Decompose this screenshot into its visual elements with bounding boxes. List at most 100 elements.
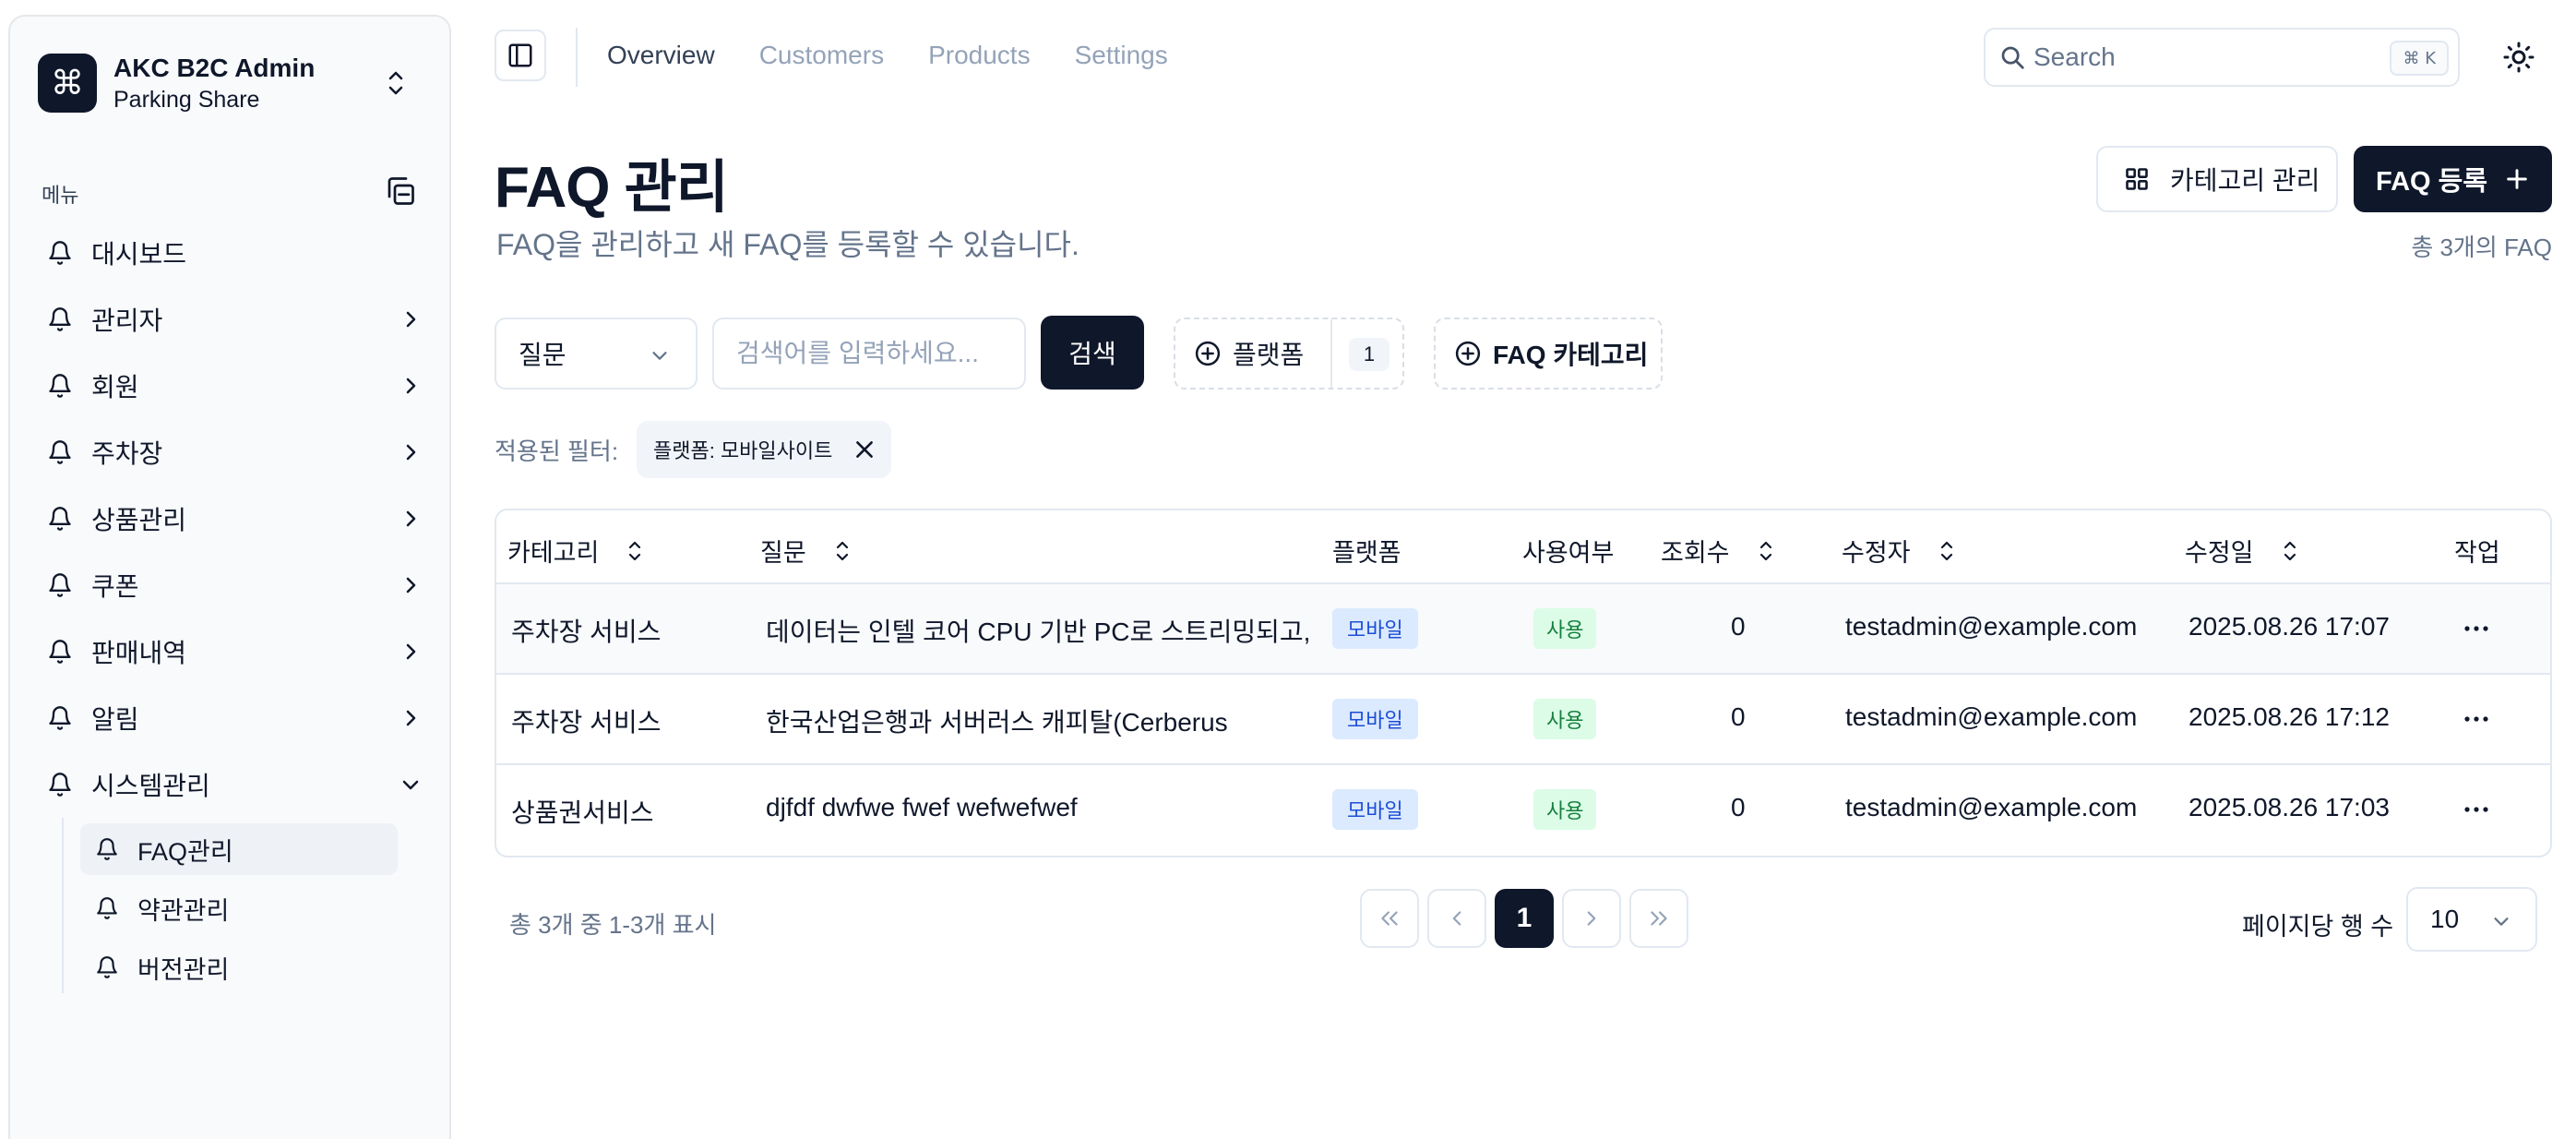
rows-per-page-label: 페이지당 행 수 <box>2242 913 2394 941</box>
cell-date: 2025.08.26 17:12 <box>2188 702 2390 731</box>
column-header-question[interactable]: 질문 <box>760 533 853 569</box>
cell-category: 주차장 서비스 <box>511 708 662 737</box>
sidebar-item-products[interactable]: 상품관리 <box>38 486 435 552</box>
column-header-label: 질문 <box>760 539 806 567</box>
applied-filters-label: 적용된 필터: <box>495 438 619 465</box>
sidebar-subitem-terms[interactable]: 약관관리 <box>80 882 398 934</box>
platform-filter-button[interactable]: 플랫폼 1 <box>1174 318 1404 390</box>
column-header-date[interactable]: 수정일 <box>2185 533 2300 569</box>
sidebar-subitem-faq[interactable]: FAQ관리 <box>80 823 398 875</box>
top-nav: Overview Customers Products Settings <box>607 41 1168 70</box>
sidebar-item-dashboard[interactable]: 대시보드 <box>38 220 435 286</box>
sidebar-item-members[interactable]: 회원 <box>38 353 435 419</box>
cell-editor: testadmin@example.com <box>1845 612 2138 641</box>
sidebar-item-parking[interactable]: 주차장 <box>38 419 435 486</box>
sidebar-item-sales[interactable]: 판매내역 <box>38 618 435 685</box>
cell-question: 데이터는 인텔 코어 CPU 기반 PC로 스트리밍되고, <box>766 617 1311 646</box>
copy-icon[interactable] <box>384 174 417 208</box>
tab-customers[interactable]: Customers <box>759 41 884 70</box>
bell-icon <box>49 307 71 331</box>
cell-date: 2025.08.26 17:03 <box>2188 793 2390 821</box>
cell-views: 0 <box>1731 702 1746 731</box>
cell-category: 주차장 서비스 <box>511 617 662 646</box>
keyword-search-input[interactable] <box>712 318 1026 390</box>
chevron-left-icon <box>1452 911 1461 926</box>
last-page-button[interactable] <box>1629 889 1688 948</box>
chevron-right-icon <box>406 311 416 328</box>
cell-category: 상품권서비스 <box>511 798 654 827</box>
column-header-label: 수정일 <box>2185 539 2254 567</box>
command-icon: ⌘ <box>38 54 97 113</box>
manage-categories-button[interactable]: 카테고리 관리 <box>2096 146 2338 212</box>
sidebar-item-label: 상품관리 <box>91 506 187 534</box>
search-field-value: 질문 <box>519 341 566 369</box>
more-horizontal-icon[interactable] <box>2460 708 2493 730</box>
table-row[interactable]: 주차장 서비스 한국산업은행과 서버러스 캐피탈(Cerberus 모바일 사용… <box>496 675 2550 765</box>
cell-question: 한국산업은행과 서버러스 캐피탈(Cerberus <box>766 708 1228 737</box>
sidebar-item-label: 알림 <box>91 705 139 734</box>
sun-icon[interactable] <box>2502 41 2535 74</box>
grid-icon <box>2126 168 2148 190</box>
column-header-category[interactable]: 카테고리 <box>507 533 645 569</box>
sidebar-item-label: 쿠폰 <box>91 572 139 601</box>
bell-icon <box>49 773 71 797</box>
use-status-badge: 사용 <box>1533 699 1597 739</box>
page-button-current[interactable]: 1 <box>1495 889 1554 948</box>
tab-settings[interactable]: Settings <box>1075 41 1168 70</box>
global-search-input[interactable]: Search ⌘ K <box>1984 28 2460 87</box>
pagination-info: 총 3개 중 1-3개 표시 <box>509 911 717 939</box>
column-header-views[interactable]: 조회수 <box>1661 533 1776 569</box>
register-faq-label: FAQ 등록 <box>2376 167 2488 197</box>
table-row[interactable]: 주차장 서비스 데이터는 인텔 코어 CPU 기반 PC로 스트리밍되고, 모바… <box>496 584 2550 675</box>
column-header-label: 조회수 <box>1661 539 1730 567</box>
search-shortcut-hint: ⌘ K <box>2390 41 2449 76</box>
next-page-button[interactable] <box>1562 889 1621 948</box>
sidebar-subitem-version[interactable]: 버전관리 <box>80 941 398 993</box>
more-horizontal-icon[interactable] <box>2460 617 2493 640</box>
platform-badge: 모바일 <box>1332 608 1418 649</box>
facet-divider <box>1330 319 1332 388</box>
more-horizontal-icon[interactable] <box>2460 798 2493 821</box>
sort-icon <box>2284 541 2296 560</box>
first-page-button[interactable] <box>1360 889 1419 948</box>
sidebar-item-system[interactable]: 시스템관리 <box>38 751 435 818</box>
column-header-platform: 플랫폼 <box>1332 533 1401 569</box>
register-faq-button[interactable]: FAQ 등록 <box>2354 146 2552 212</box>
applied-filter-chip: 플랫폼: 모바일사이트 <box>637 421 891 478</box>
bell-icon <box>97 838 117 860</box>
page-subtitle: FAQ을 관리하고 새 FAQ를 등록할 수 있습니다. <box>496 228 1079 261</box>
chevrons-up-down-icon <box>388 71 403 95</box>
search-button[interactable]: 검색 <box>1041 316 1144 390</box>
sidebar-item-coupons[interactable]: 쿠폰 <box>38 552 435 618</box>
brand-switcher[interactable]: ⌘ AKC B2C Admin Parking Share <box>38 44 425 122</box>
search-field-select[interactable]: 질문 <box>495 318 698 390</box>
tab-products[interactable]: Products <box>928 41 1031 70</box>
sidebar-item-label: 회원 <box>91 373 139 402</box>
sidebar-subitem-label: 버전관리 <box>137 955 230 984</box>
bell-icon <box>49 440 71 464</box>
platform-badge: 모바일 <box>1332 699 1418 739</box>
menu-section-label: 메뉴 <box>42 185 79 208</box>
column-header-editor[interactable]: 수정자 <box>1842 533 1957 569</box>
sidebar-subnav-system: FAQ관리 약관관리 버전관리 <box>62 818 435 993</box>
column-header-label: 수정자 <box>1842 539 1911 567</box>
chevron-down-icon <box>2494 917 2509 926</box>
plus-icon <box>2507 169 2527 189</box>
platform-filter-label: 플랫폼 <box>1233 341 1305 369</box>
sidebar-item-admin[interactable]: 관리자 <box>38 286 435 353</box>
chevron-right-icon <box>406 444 416 461</box>
rows-per-page-value: 10 <box>2430 905 2460 933</box>
sort-icon <box>1759 541 1771 560</box>
close-icon[interactable] <box>853 438 877 462</box>
sidebar-toggle-button[interactable] <box>495 30 546 81</box>
tab-overview[interactable]: Overview <box>607 41 715 70</box>
faq-category-filter-button[interactable]: FAQ 카테고리 <box>1434 318 1663 390</box>
table-row[interactable]: 상품권서비스 djfdf dwfwe fwef wefwefwef 모바일 사용… <box>496 765 2550 856</box>
column-header-action: 작업 <box>2454 533 2500 569</box>
applied-filter-text: 플랫폼: 모바일사이트 <box>653 439 833 462</box>
chevron-right-icon <box>406 710 416 726</box>
sidebar-item-notifications[interactable]: 알림 <box>38 685 435 751</box>
previous-page-button[interactable] <box>1427 889 1486 948</box>
rows-per-page-select[interactable]: 10 <box>2406 887 2537 952</box>
plus-circle-icon <box>1195 341 1221 366</box>
